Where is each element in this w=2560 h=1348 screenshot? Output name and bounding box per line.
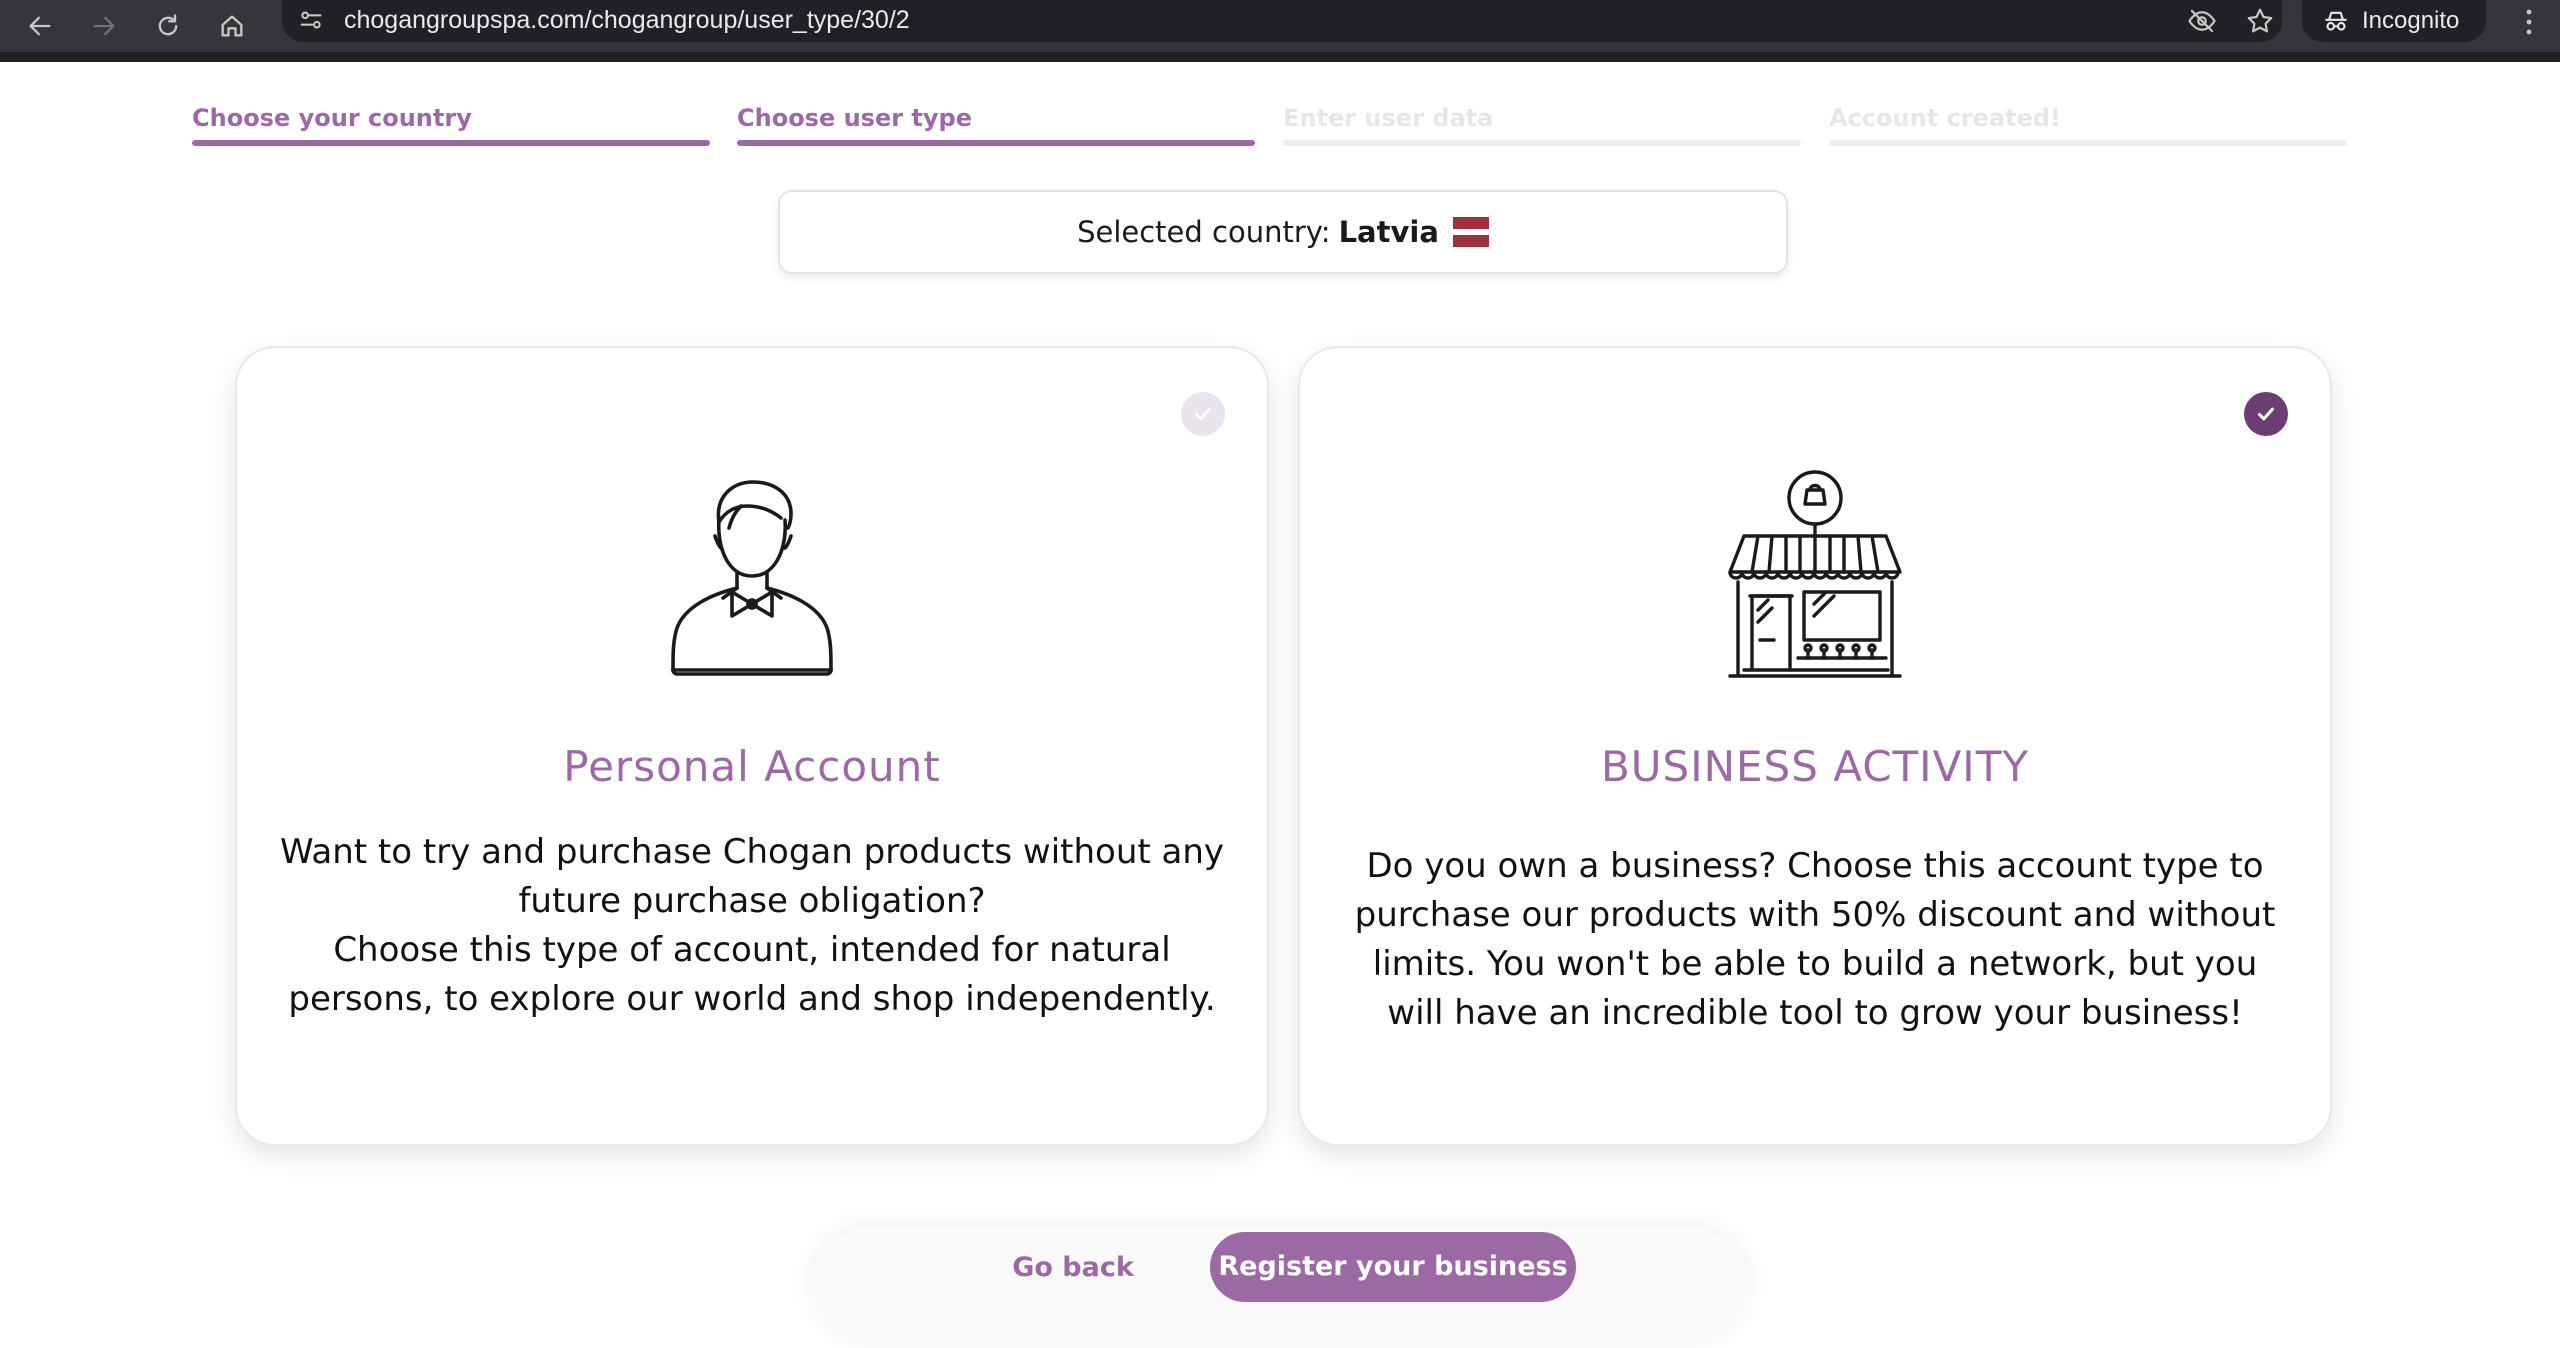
forward-icon[interactable] (82, 4, 126, 48)
step-choose-country: Choose your country (192, 100, 710, 148)
selected-country-name: Latvia (1338, 215, 1439, 249)
step-choose-user-type: Choose user type (737, 100, 1255, 148)
reload-icon[interactable] (146, 4, 190, 48)
selected-country-box: Selected country: Latvia (778, 190, 1788, 274)
url-text[interactable]: chogangroupspa.com/chogangroup/user_type… (344, 0, 910, 40)
incognito-indicator[interactable]: Incognito (2302, 0, 2486, 42)
personal-select-check-icon[interactable] (1181, 392, 1225, 436)
address-bar[interactable]: chogangroupspa.com/chogangroup/user_type… (282, 0, 2282, 42)
personal-desc-line2: Choose this type of account, intended fo… (288, 930, 1216, 1019)
bookmark-star-icon[interactable] (2240, 2, 2280, 40)
step-progress-bar (192, 140, 710, 146)
selected-country-prefix: Selected country: (1077, 215, 1331, 249)
step-progress-bar (1283, 140, 1801, 146)
browser-toolbar: chogangroupspa.com/chogangroup/user_type… (0, 0, 2560, 62)
business-activity-title: BUSINESS ACTIVITY (1600, 742, 2030, 791)
step-enter-user-data: Enter user data (1283, 100, 1801, 148)
incognito-icon (2325, 11, 2347, 31)
step-progress-bar (737, 140, 1255, 146)
step-label: Enter user data (1283, 104, 1494, 132)
personal-account-description: Want to try and purchase Chogan products… (277, 828, 1227, 1024)
storefront-icon (1728, 470, 1902, 678)
register-business-button[interactable]: Register your business (1210, 1232, 1576, 1302)
personal-account-card[interactable]: Personal Account Want to try and purchas… (235, 346, 1269, 1146)
browser-menu-icon[interactable] (2514, 2, 2544, 42)
person-bowtie-icon (671, 480, 833, 676)
go-back-button[interactable]: Go back (990, 1238, 1156, 1298)
step-progress-bar (1829, 140, 2347, 146)
personal-account-title: Personal Account (563, 742, 941, 791)
step-account-created: Account created! (1829, 100, 2347, 148)
home-icon[interactable] (210, 4, 254, 48)
business-activity-description: Do you own a business? Choose this accou… (1354, 846, 2276, 1033)
toolbar-divider (0, 52, 2560, 62)
business-select-check-icon[interactable] (2244, 392, 2288, 436)
step-label: Account created! (1829, 104, 2061, 132)
latvia-flag-icon (1452, 217, 1489, 247)
business-activity-card[interactable]: BUSINESS ACTIVITY Do you own a business?… (1298, 346, 2332, 1146)
step-label: Choose your country (192, 104, 472, 132)
incognito-label: Incognito (2362, 7, 2460, 34)
step-label: Choose user type (737, 104, 973, 132)
back-icon[interactable] (18, 4, 62, 48)
site-info-icon[interactable] (292, 4, 330, 36)
personal-desc-line1: Want to try and purchase Chogan products… (279, 832, 1225, 921)
tracking-protection-icon[interactable] (2182, 2, 2222, 40)
